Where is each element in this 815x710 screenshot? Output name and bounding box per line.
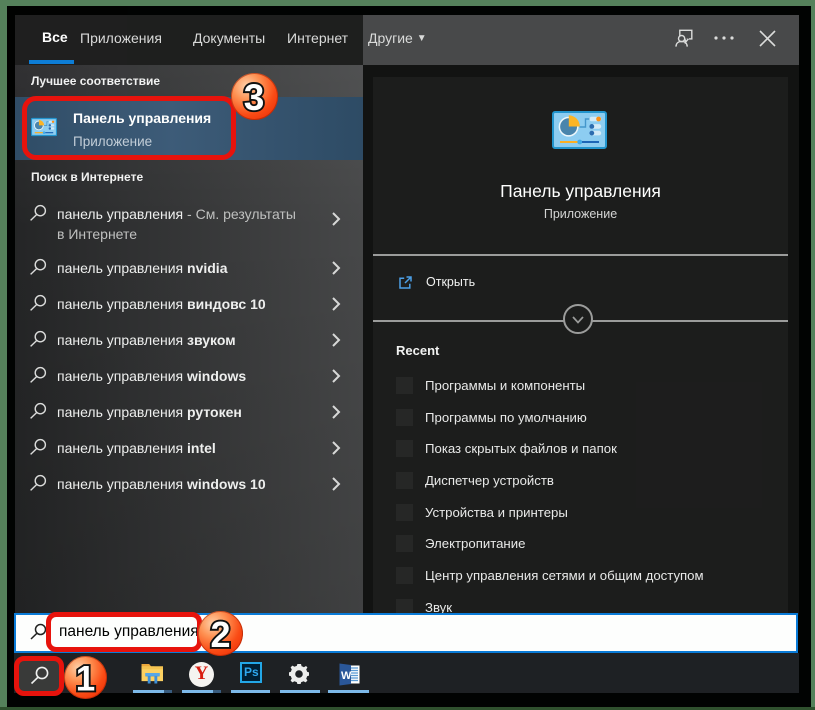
svg-text:1: 1 [76,660,95,699]
svg-text:2: 2 [210,614,230,655]
svg-text:W: W [341,670,352,682]
svg-text:3: 3 [244,77,265,118]
